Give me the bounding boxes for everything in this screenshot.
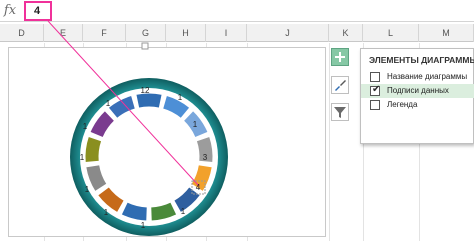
data-label-8[interactable]: 1 xyxy=(141,221,146,230)
checkbox-data-labels[interactable]: ✔ xyxy=(370,84,381,96)
checkbox-chart-title[interactable] xyxy=(370,72,380,82)
option-label: Название диаграммы xyxy=(387,72,468,81)
option-legend[interactable]: Легенда xyxy=(361,98,474,112)
data-label-7[interactable]: 1 xyxy=(181,207,186,216)
donut-hole xyxy=(105,113,193,201)
option-data-labels[interactable]: ✔ Подписи данных xyxy=(361,84,474,98)
donut-segment[interactable] xyxy=(84,135,103,164)
donut-segment[interactable] xyxy=(135,92,163,109)
data-label-9[interactable]: 1 xyxy=(104,208,109,217)
chart-side-buttons xyxy=(331,48,349,128)
data-label-2[interactable]: 12 xyxy=(141,86,150,95)
data-label-5[interactable]: 3 xyxy=(203,153,208,162)
panel-title: ЭЛЕМЕНТЫ ДИАГРАММЫ xyxy=(369,55,474,65)
data-label-11[interactable]: 1 xyxy=(80,153,85,162)
data-label-selected[interactable]: 4 xyxy=(196,183,201,192)
checkbox-legend[interactable] xyxy=(370,100,380,110)
data-label-3[interactable]: 1 xyxy=(178,93,183,102)
checkmark-icon: ✔ xyxy=(372,84,381,95)
brush-icon xyxy=(335,80,346,91)
data-label-1[interactable]: 1 xyxy=(106,99,111,108)
data-label-12[interactable]: 1 xyxy=(83,122,88,131)
chart-elements-button[interactable] xyxy=(331,48,349,66)
data-label-4[interactable]: 1 xyxy=(193,120,198,129)
plus-icon xyxy=(335,52,345,62)
filter-icon xyxy=(334,107,346,118)
chart-elements-panel: ЭЛЕМЕНТЫ ДИАГРАММЫ Название диаграммы ✔ … xyxy=(360,48,474,144)
option-label: Легенда xyxy=(387,100,418,109)
option-chart-title[interactable]: Название диаграммы xyxy=(361,70,474,84)
option-label: Подписи данных xyxy=(387,86,449,95)
chart-filter-button[interactable] xyxy=(331,103,349,121)
data-label-10[interactable]: 1 xyxy=(85,185,90,194)
chart-resize-handle[interactable] xyxy=(141,42,149,50)
chart-styles-button[interactable] xyxy=(331,76,349,94)
